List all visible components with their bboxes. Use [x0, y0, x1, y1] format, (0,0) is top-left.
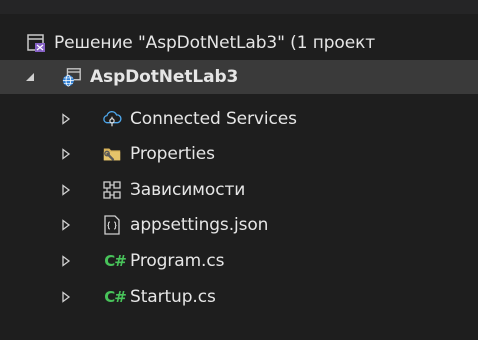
- collapsed-triangle-icon[interactable]: [60, 148, 72, 160]
- collapsed-triangle-icon[interactable]: [60, 255, 72, 267]
- tree-row-program-cs[interactable]: C# Program.cs: [0, 244, 478, 278]
- item-label: appsettings.json: [130, 215, 269, 235]
- item-label: Зависимости: [130, 180, 246, 200]
- item-label: Program.cs: [130, 251, 225, 271]
- csharp-file-icon: C#: [104, 252, 127, 270]
- tree-row-connected-services[interactable]: Connected Services: [0, 102, 478, 136]
- collapsed-triangle-icon[interactable]: [60, 184, 72, 196]
- item-label: Connected Services: [130, 109, 297, 129]
- csharp-file-icon: C#: [104, 288, 127, 306]
- panel-top-strip: [0, 0, 478, 14]
- tree-row-project[interactable]: AspDotNetLab3: [0, 60, 478, 94]
- properties-folder-icon: [102, 144, 122, 164]
- tree-row-solution[interactable]: Решение "AspDotNetLab3" (1 проект: [0, 26, 478, 60]
- collapsed-triangle-icon[interactable]: [60, 219, 72, 231]
- dependencies-icon: [102, 180, 122, 200]
- tree-row-appsettings[interactable]: appsettings.json: [0, 208, 478, 242]
- solution-icon: [26, 33, 46, 53]
- connected-services-icon: [102, 109, 122, 129]
- item-label: Properties: [130, 144, 215, 164]
- tree-row-dependencies[interactable]: Зависимости: [0, 173, 478, 207]
- collapsed-triangle-icon[interactable]: [60, 291, 72, 303]
- tree-row-startup-cs[interactable]: C# Startup.cs: [0, 280, 478, 314]
- json-file-icon: [102, 215, 122, 235]
- expanded-triangle-icon[interactable]: [24, 71, 36, 83]
- solution-label: Решение "AspDotNetLab3" (1 проект: [54, 33, 376, 53]
- collapsed-triangle-icon[interactable]: [60, 113, 72, 125]
- web-project-icon: [62, 67, 82, 87]
- project-label: AspDotNetLab3: [90, 67, 239, 87]
- item-label: Startup.cs: [130, 287, 216, 307]
- tree-row-properties[interactable]: Properties: [0, 137, 478, 171]
